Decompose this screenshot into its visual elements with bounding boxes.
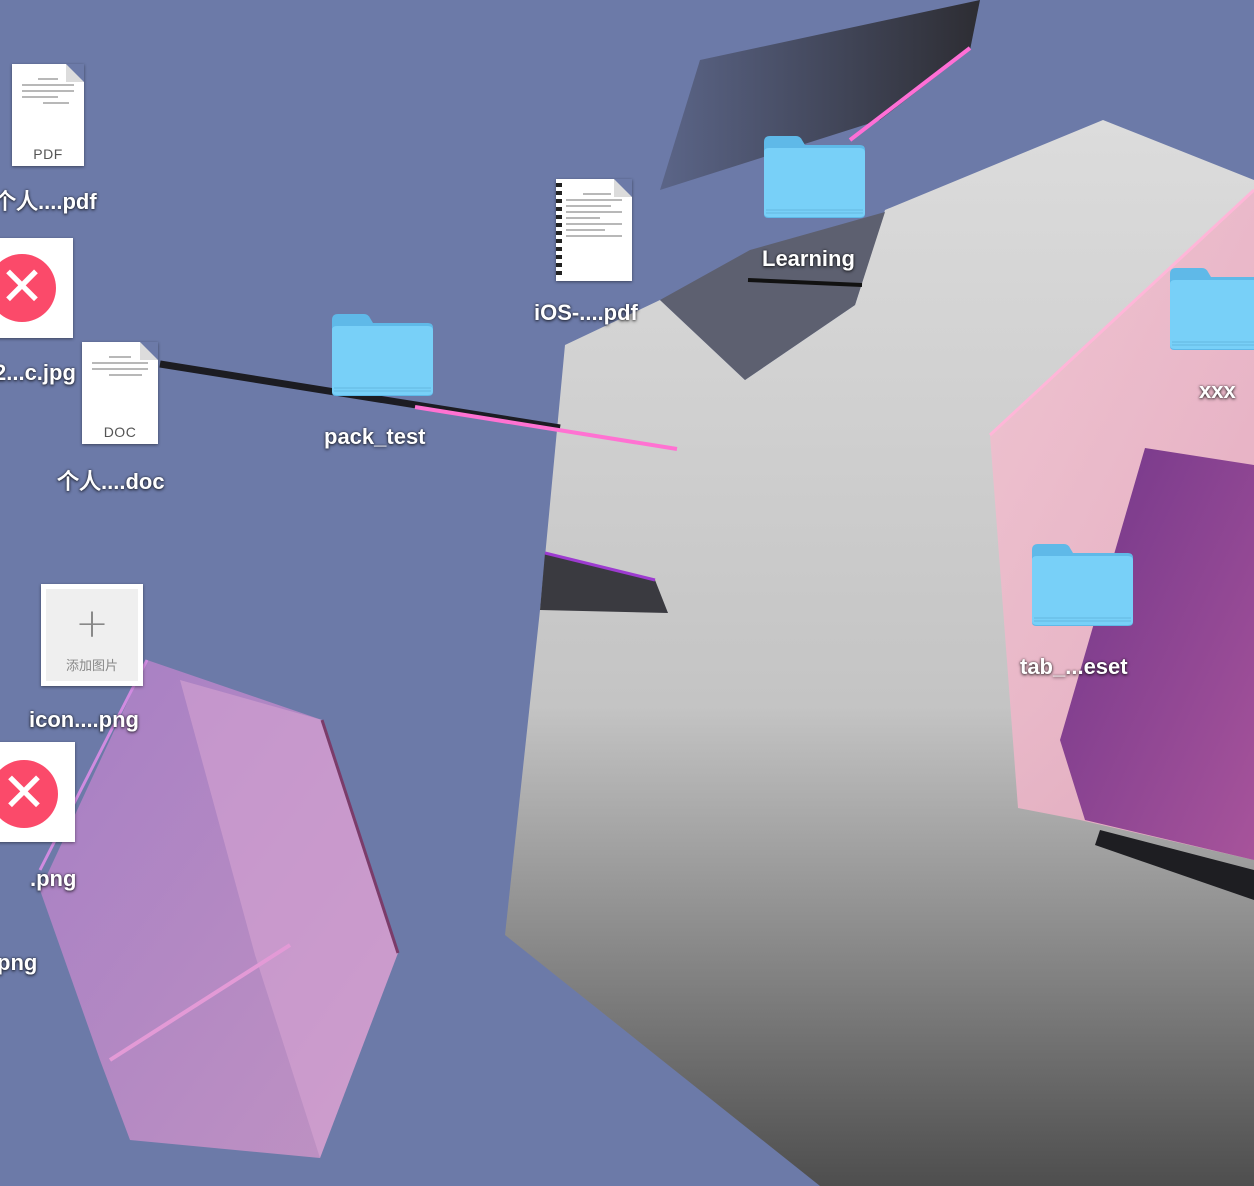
desktop-folder-tab-eset[interactable]: tab_...eset — [1016, 542, 1156, 692]
folder-icon — [764, 136, 865, 218]
desktop-icon-label: iOS-....pdf — [534, 300, 638, 325]
desktop-icon-label: icon....png — [29, 707, 139, 732]
folder-icon — [332, 314, 433, 396]
pdf-file-icon: PDF — [12, 64, 84, 166]
desktop-icon-label: tab_...eset — [1020, 654, 1128, 679]
desktop-icon-label: png — [0, 950, 38, 975]
document-text-lines — [22, 74, 74, 108]
binder-icon — [556, 183, 562, 277]
doc-file-icon: DOC — [82, 342, 158, 444]
file-kind-label: DOC — [103, 424, 137, 440]
error-x-icon: ✕ — [0, 760, 58, 828]
desktop-icon-label: .png — [30, 866, 77, 891]
image-thumbnail: ✕ — [0, 742, 75, 842]
desktop-icon-label: pack_test — [324, 424, 426, 449]
placeholder-box: + 添加图片 — [46, 589, 138, 681]
desktop-icon-png-2[interactable]: png — [0, 950, 60, 984]
document-text-lines — [566, 189, 622, 241]
file-kind-label: PDF — [33, 146, 63, 162]
desktop-folder-pack-test[interactable]: pack_test — [316, 312, 456, 462]
desktop-icon-personal-pdf[interactable]: PDF 个人....pdf — [0, 60, 130, 220]
folder-icon — [1032, 544, 1133, 626]
desktop-icon-label: 个人....pdf — [0, 189, 97, 214]
desktop-icon-personal-doc[interactable]: DOC 个人....doc — [50, 338, 190, 498]
image-thumbnail: + 添加图片 — [41, 584, 143, 686]
image-thumbnail: ✕ — [0, 238, 73, 338]
desktop-folder-learning[interactable]: Learning — [748, 134, 888, 284]
plus-icon: + — [75, 601, 109, 647]
desktop-icon-icon-png[interactable]: + 添加图片 icon....png — [25, 583, 165, 743]
folder-icon — [1170, 268, 1254, 350]
error-x-icon: ✕ — [0, 254, 56, 322]
desktop-icon-ios-pdf[interactable]: iOS-....pdf — [530, 176, 670, 336]
desktop-icon-label: xxx — [1199, 378, 1236, 403]
pdf-file-icon — [556, 179, 632, 281]
desktop-icon-label: Learning — [762, 246, 855, 271]
add-image-text: 添加图片 — [65, 658, 118, 673]
desktop-icon-png[interactable]: ✕ .png — [0, 740, 100, 891]
document-text-lines — [92, 352, 148, 380]
desktop-icon-label: 个人....doc — [57, 469, 165, 494]
desktop-folder-xxx[interactable]: xxx — [1166, 266, 1254, 416]
